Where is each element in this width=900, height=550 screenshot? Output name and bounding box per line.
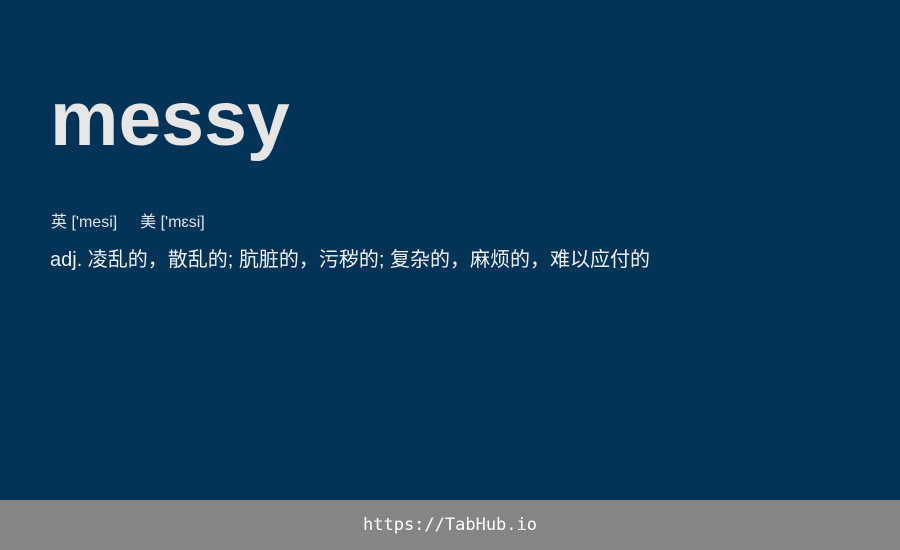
uk-label: 英 [51, 214, 68, 231]
word-card: messy 英 ['mesi] 美 ['mɛsi] adj. 凌乱的，散乱的; … [0, 0, 900, 500]
headword: messy [50, 76, 290, 162]
us-label: 美 [140, 214, 157, 231]
us-phonetic: ['mɛsi] [160, 214, 205, 231]
phonetics-row: 英 ['mesi] 美 ['mɛsi] [51, 212, 205, 234]
uk-phonetic: ['mesi] [71, 214, 118, 231]
definition-text: adj. 凌乱的，散乱的; 肮脏的，污秽的; 复杂的，麻烦的，难以应付的 [50, 249, 651, 271]
footer-bar: https://TabHub.io [0, 500, 900, 550]
footer-url-link[interactable]: https://TabHub.io [363, 515, 537, 535]
